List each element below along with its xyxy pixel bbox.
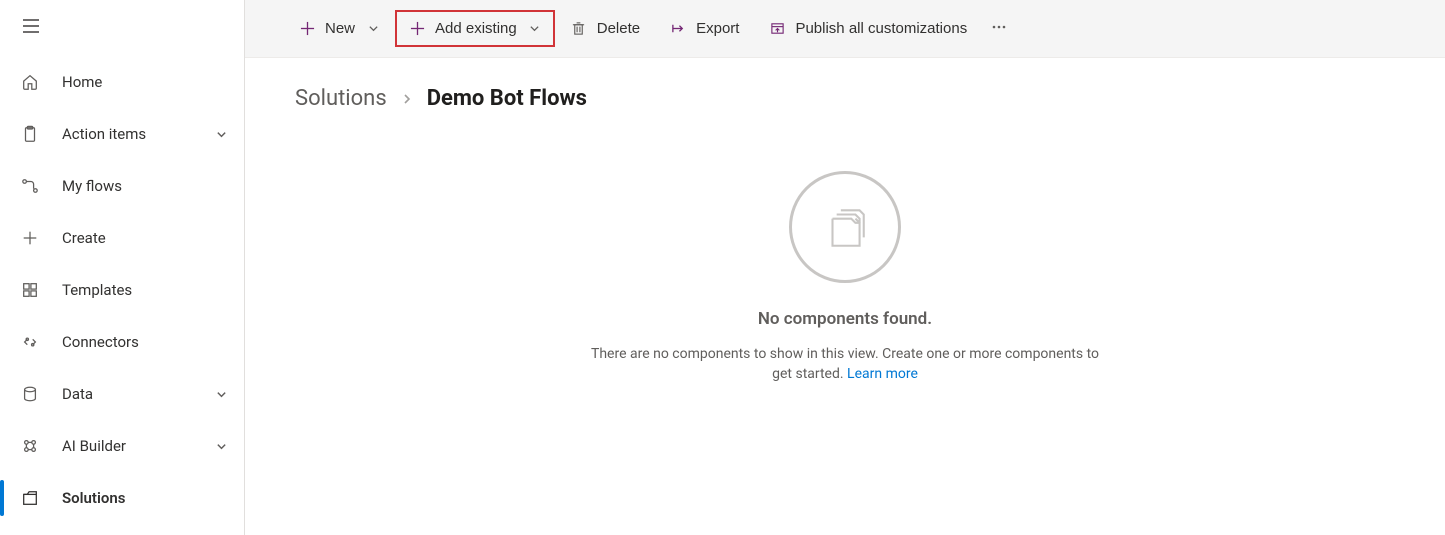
sidebar-item-connectors[interactable]: Connectors [0,316,244,368]
add-existing-label: Add existing [435,20,517,37]
toolbar: New Add existing Delete [245,0,1445,58]
more-icon [991,19,1007,39]
flow-icon [20,176,40,196]
export-button[interactable]: Export [656,10,753,47]
sidebar-item-templates[interactable]: Templates [0,264,244,316]
clipboard-icon [20,124,40,144]
more-button[interactable] [983,13,1015,45]
solutions-icon [20,488,40,508]
plus-icon [20,228,40,248]
breadcrumb-current: Demo Bot Flows [427,86,587,111]
chevron-right-icon [401,86,413,111]
publish-label: Publish all customizations [795,20,967,37]
delete-button[interactable]: Delete [557,10,654,47]
empty-state-title: No components found. [758,309,932,329]
sidebar-item-label: Create [62,229,228,247]
new-button[interactable]: New [285,10,393,47]
database-icon [20,384,40,404]
sidebar-item-label: Solutions [62,489,228,507]
sidebar-item-create[interactable]: Create [0,212,244,264]
chevron-down-icon [214,387,228,401]
sidebar-item-label: Connectors [62,333,228,351]
plus-icon [299,21,315,37]
sidebar-item-label: Data [62,385,214,403]
chevron-down-icon [367,23,379,35]
new-label: New [325,20,355,37]
sidebar-item-action-items[interactable]: Action items [0,108,244,160]
sidebar: Home Action items My flows Create Templates C… [0,0,245,535]
publish-icon [769,21,785,37]
home-icon [20,72,40,92]
hamburger-icon [22,17,40,39]
sidebar-item-my-flows[interactable]: My flows [0,160,244,212]
breadcrumb-root[interactable]: Solutions [295,86,387,111]
sidebar-item-ai-builder[interactable]: AI Builder [0,420,244,472]
templates-icon [20,280,40,300]
export-label: Export [696,20,739,37]
hamburger-button[interactable] [0,0,244,56]
learn-more-link[interactable]: Learn more [847,366,918,382]
plus-icon [409,21,425,37]
sidebar-item-data[interactable]: Data [0,368,244,420]
export-icon [670,21,686,37]
sidebar-item-label: Action items [62,125,214,143]
chevron-down-icon [529,23,541,35]
empty-state: No components found. There are no compon… [245,171,1445,384]
ai-icon [20,436,40,456]
sidebar-nav: Home Action items My flows Create Templates C… [0,56,244,535]
breadcrumb: Solutions Demo Bot Flows [245,58,1445,111]
sidebar-item-label: Home [62,73,228,91]
sidebar-item-label: AI Builder [62,437,214,455]
sidebar-item-label: Templates [62,281,228,299]
empty-state-illustration [789,171,901,283]
trash-icon [571,21,587,37]
sidebar-item-solutions[interactable]: Solutions [0,472,244,524]
chevron-down-icon [214,127,228,141]
empty-state-text: There are no components to show in this … [591,346,1099,382]
delete-label: Delete [597,20,640,37]
publish-button[interactable]: Publish all customizations [755,10,981,47]
main: New Add existing Delete [245,0,1445,535]
sidebar-item-home[interactable]: Home [0,56,244,108]
sidebar-item-label: My flows [62,177,228,195]
add-existing-button[interactable]: Add existing [395,10,555,47]
connector-icon [20,332,40,352]
empty-state-subtitle: There are no components to show in this … [585,345,1105,384]
chevron-down-icon [214,439,228,453]
